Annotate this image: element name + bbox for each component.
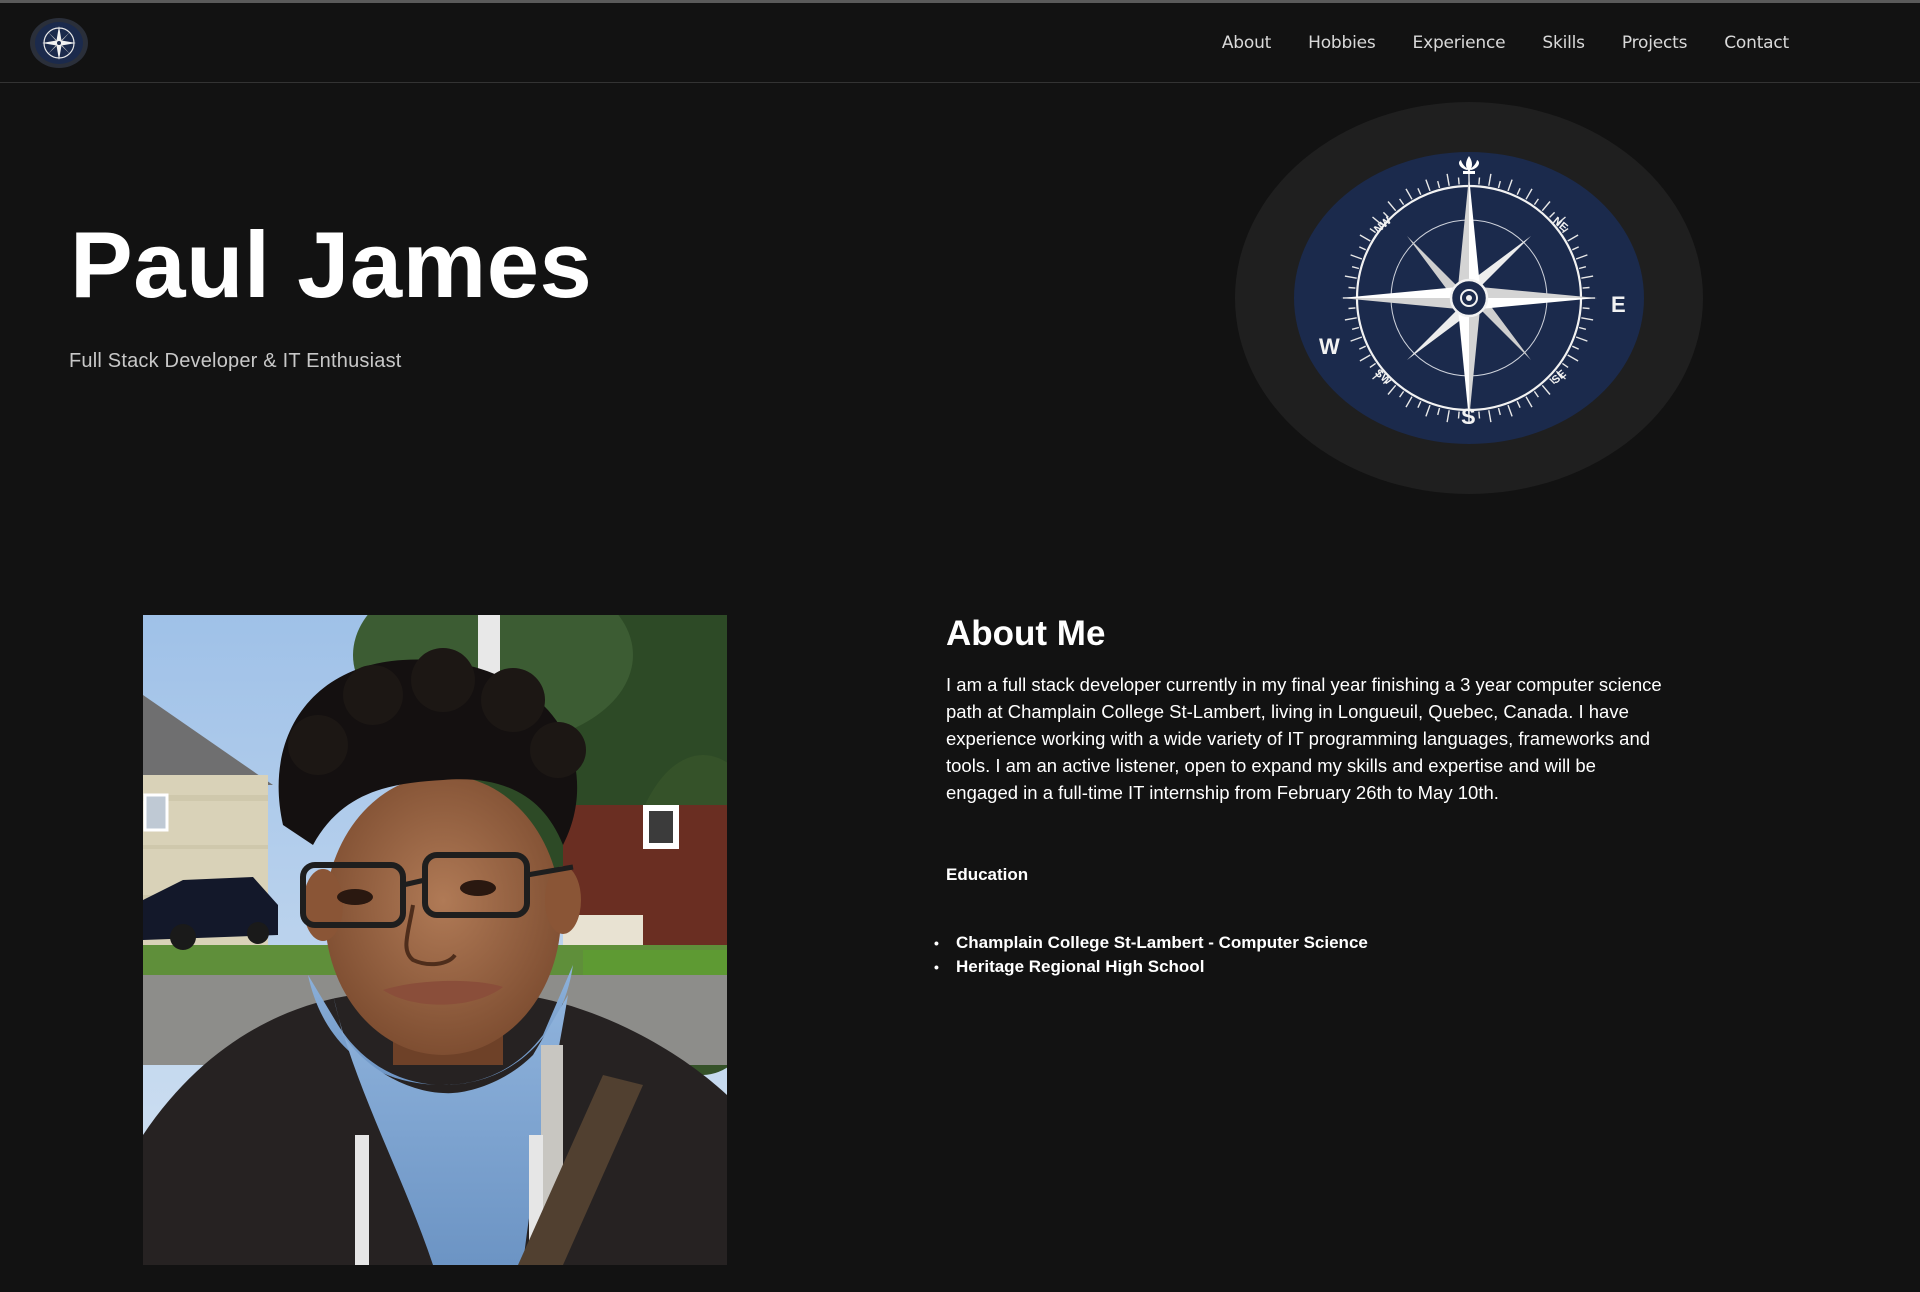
nav-link-skills[interactable]: Skills xyxy=(1542,33,1585,53)
nav-link-projects[interactable]: Projects xyxy=(1622,33,1688,53)
nav-links: About Hobbies Experience Skills Projects… xyxy=(1222,3,1789,83)
list-item: • Heritage Regional High School xyxy=(934,955,1368,979)
compass-east-label: E xyxy=(1611,292,1626,317)
compass-south-label: S xyxy=(1461,404,1476,429)
hero-subtitle: Full Stack Developer & IT Enthusiast xyxy=(69,350,402,372)
about-title: About Me xyxy=(946,614,1106,653)
list-item: • Champlain College St-Lambert - Computer… xyxy=(934,931,1368,955)
profile-photo xyxy=(143,615,727,1265)
navbar: About Hobbies Experience Skills Projects… xyxy=(0,3,1920,83)
about-body: I am a full stack developer currently in… xyxy=(946,674,1662,803)
compass-west-label: W xyxy=(1319,334,1340,359)
education-list: • Champlain College St-Lambert - Computer… xyxy=(934,931,1368,979)
nav-link-hobbies[interactable]: Hobbies xyxy=(1308,33,1376,53)
compass-rose-icon: W E S NW NE SW SE xyxy=(1235,102,1703,494)
education-heading: Education xyxy=(946,865,1029,884)
bullet-icon: • xyxy=(934,959,939,975)
hero-name: Paul James xyxy=(70,212,593,317)
nav-link-about[interactable]: About xyxy=(1222,33,1271,53)
bullet-icon: • xyxy=(934,935,939,951)
compass-rose-icon[interactable] xyxy=(30,18,88,68)
nav-link-experience[interactable]: Experience xyxy=(1413,33,1506,53)
education-item: Champlain College St-Lambert - Computer … xyxy=(956,933,1368,952)
nav-link-contact[interactable]: Contact xyxy=(1724,33,1789,53)
education-item: Heritage Regional High School xyxy=(956,957,1205,976)
